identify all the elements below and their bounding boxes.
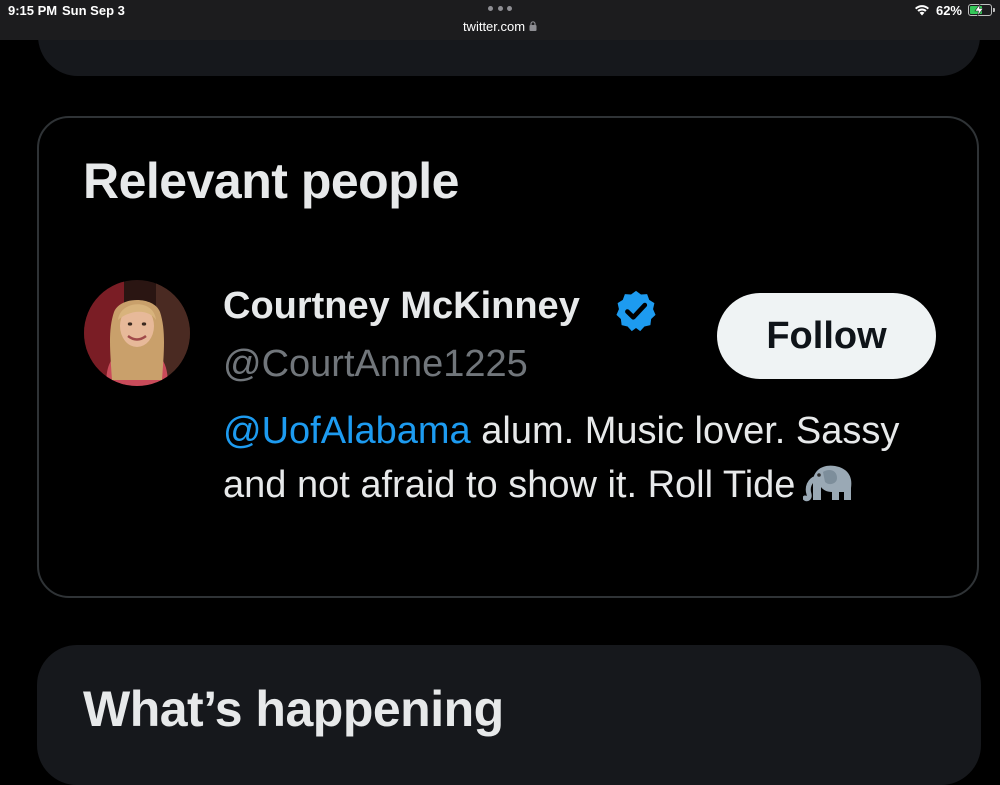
user-handle[interactable]: @CourtAnne1225 xyxy=(223,343,528,386)
elephant-icon xyxy=(803,465,852,502)
follow-button[interactable]: Follow xyxy=(717,293,936,379)
battery-percent: 62% xyxy=(935,2,962,18)
user-bio: @UofAlabama alum. Music lover. Sassy and… xyxy=(223,404,923,512)
whats-happening-title: What’s happening xyxy=(83,681,504,737)
user-name[interactable]: Courtney McKinney xyxy=(223,285,580,328)
wifi-icon xyxy=(914,5,929,16)
bio-mention-link[interactable]: @UofAlabama xyxy=(223,410,471,452)
relevant-people-title: Relevant people xyxy=(83,153,459,209)
status-date: Sun Sep 3 xyxy=(62,3,125,18)
avatar-image xyxy=(84,280,190,386)
status-bar: 9:15 PM Sun Sep 3 twitter.com 62% xyxy=(0,0,1000,40)
status-time: 9:15 PM xyxy=(8,3,58,18)
address-bar[interactable]: twitter.com xyxy=(0,19,1000,34)
avatar[interactable] xyxy=(84,280,190,386)
url-text: twitter.com xyxy=(462,19,526,34)
verified-badge-icon xyxy=(616,290,656,332)
lock-icon xyxy=(529,21,537,32)
battery-icon xyxy=(968,4,995,16)
charging-bolt-icon xyxy=(974,4,984,16)
more-options-icon[interactable] xyxy=(488,2,512,14)
status-indicators: 62% xyxy=(914,2,995,18)
